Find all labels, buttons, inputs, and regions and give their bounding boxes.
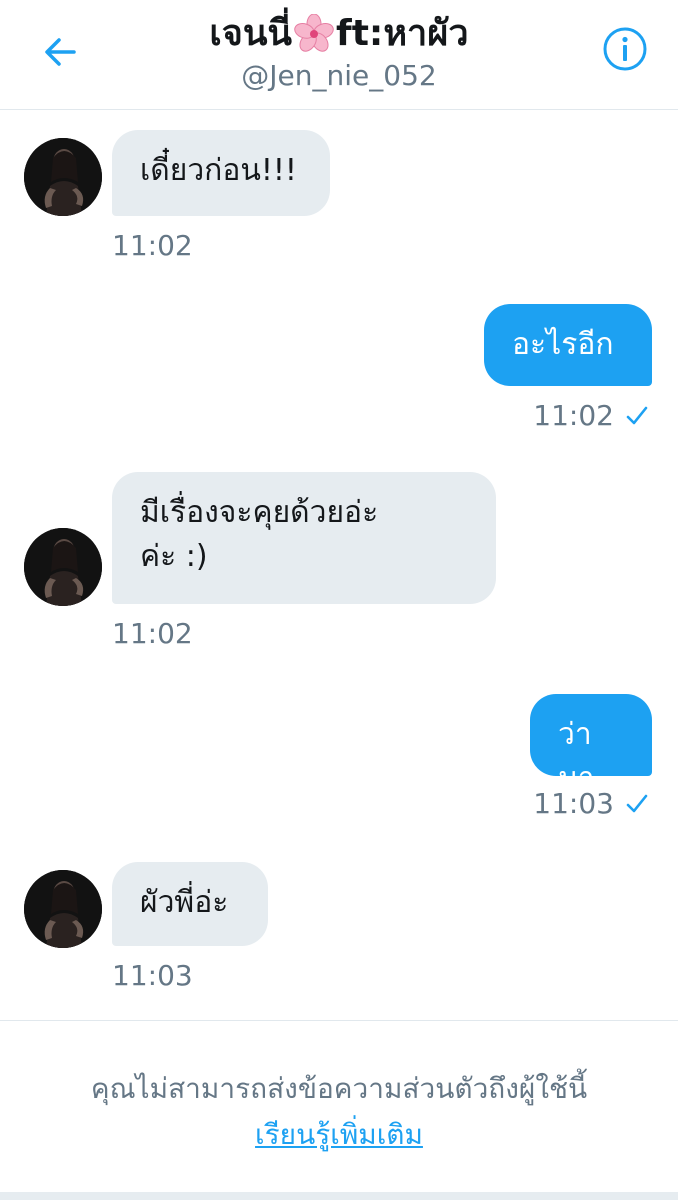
user-handle: @Jen_nie_052 bbox=[241, 59, 437, 92]
avatar[interactable] bbox=[24, 870, 102, 948]
message-bubble-outgoing[interactable]: ว่ามา bbox=[530, 694, 652, 796]
message-timestamp: 11:02 bbox=[533, 399, 614, 432]
message-timestamp-row: 11:03 bbox=[533, 786, 650, 822]
message-text: ผัวพี่อ่ะ bbox=[140, 885, 229, 920]
message-timestamp: 11:03 bbox=[533, 787, 614, 820]
conversation-title-block: เจนนี่ ft:หาผัว @Jen_nie_052 bbox=[0, 10, 678, 94]
info-button[interactable] bbox=[600, 24, 650, 74]
conversation-header: เจนนี่ ft:หาผัว @Jen_nie_052 bbox=[0, 0, 678, 110]
message-text-line: มีเรื่องจะคุยด้วยอ่ะ bbox=[140, 495, 379, 530]
message-text: เดี๋ยวก่อน!!! bbox=[140, 153, 297, 188]
avatar[interactable] bbox=[24, 528, 102, 606]
cherry-blossom-icon bbox=[294, 14, 334, 52]
message-timestamp: 11:03 bbox=[112, 959, 193, 992]
message-bubble-incoming[interactable]: เดี๋ยวก่อน!!! bbox=[112, 130, 330, 216]
message-text: ว่ามา bbox=[558, 717, 595, 796]
profile-photo bbox=[24, 870, 102, 948]
message-bubble-outgoing[interactable]: อะไรอีก bbox=[484, 304, 652, 386]
message-timestamp: 11:02 bbox=[112, 229, 193, 262]
dm-disabled-notice: คุณไม่สามารถส่งข้อความส่วนตัวถึงผู้ใช้นี… bbox=[90, 1072, 588, 1105]
message-text-line: ค่ะ :) bbox=[140, 539, 208, 574]
title-name: เจนนี่ bbox=[209, 13, 293, 54]
profile-photo bbox=[24, 138, 102, 216]
message-list[interactable]: เดี๋ยวก่อน!!! 11:02 อะไรอีก 11:02 มีเรื่… bbox=[0, 110, 678, 1020]
message-text: อะไรอีก bbox=[512, 327, 614, 362]
check-icon bbox=[626, 406, 648, 425]
message-bubble-incoming[interactable]: ผัวพี่อ่ะ bbox=[112, 862, 268, 946]
bottom-divider bbox=[0, 1192, 678, 1200]
message-timestamp: 11:02 bbox=[112, 617, 193, 650]
message-bubble-incoming[interactable]: มีเรื่องจะคุยด้วยอ่ะ ค่ะ :) bbox=[112, 472, 496, 604]
message-timestamp-row: 11:02 bbox=[533, 398, 650, 434]
check-icon bbox=[626, 794, 648, 813]
title-suffix: ft:หาผัว bbox=[336, 13, 469, 54]
profile-photo bbox=[24, 528, 102, 606]
avatar[interactable] bbox=[24, 138, 102, 216]
dm-disabled-footer: คุณไม่สามารถส่งข้อความส่วนตัวถึงผู้ใช้นี… bbox=[0, 1020, 678, 1192]
learn-more-link[interactable]: เรียนรู้เพิ่มเติม bbox=[255, 1115, 423, 1155]
info-icon bbox=[603, 27, 647, 71]
conversation-title: เจนนี่ ft:หาผัว bbox=[209, 10, 468, 58]
